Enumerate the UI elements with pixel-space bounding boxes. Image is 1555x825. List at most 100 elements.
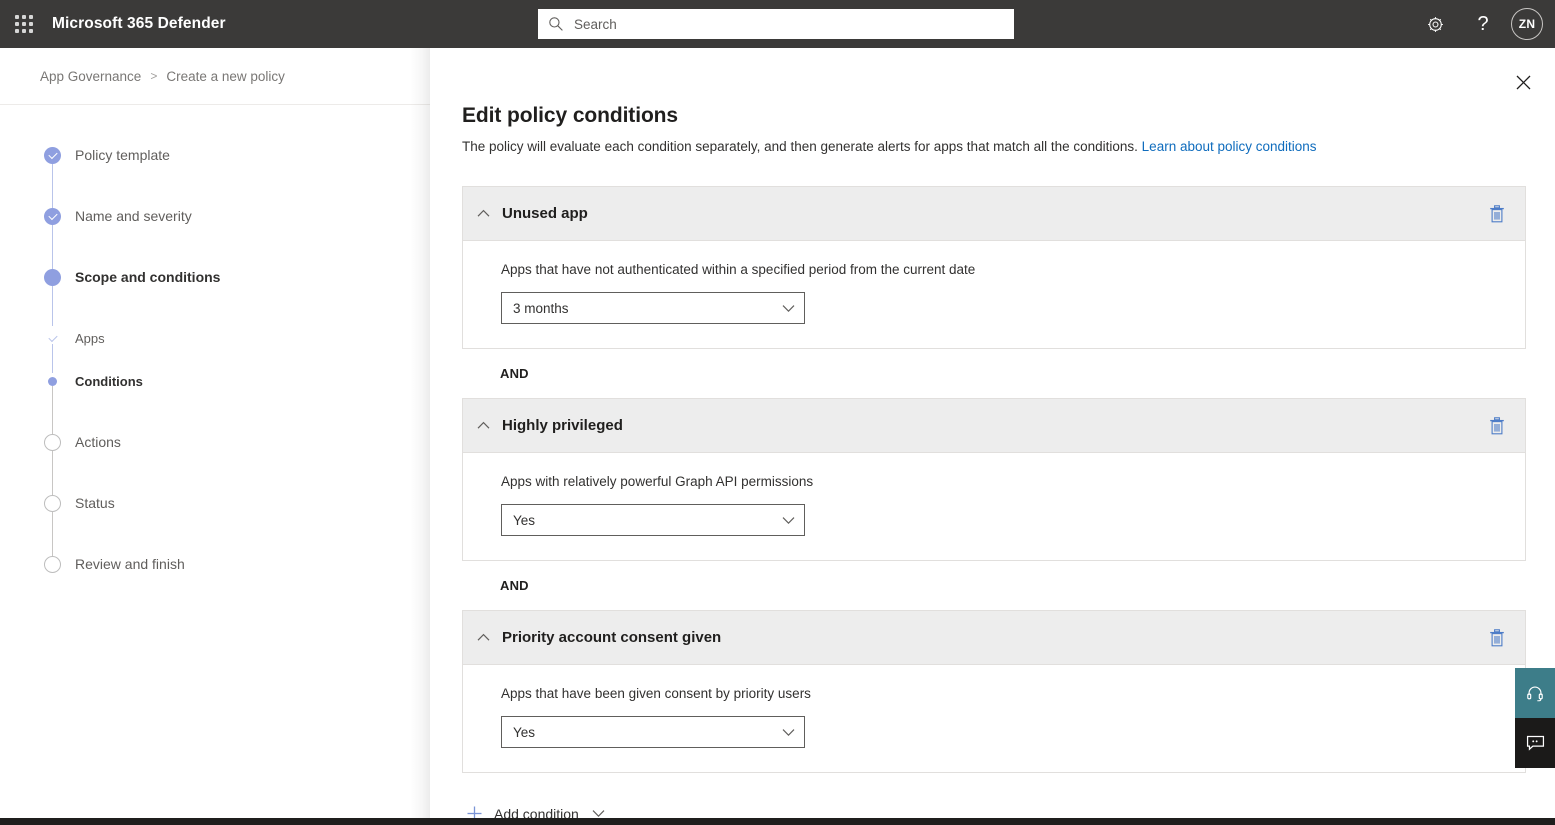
wizard-step-label: Policy template <box>75 147 170 164</box>
condition-description: Apps that have not authenticated within … <box>501 262 1525 277</box>
condition-title: Highly privileged <box>502 417 1483 434</box>
wizard-step-label: Review and finish <box>75 556 185 573</box>
condition-card-highly-privileged: Highly privileged <box>462 398 1526 561</box>
wizard-step-label: Status <box>75 495 115 512</box>
app-launcher-button[interactable] <box>0 0 48 48</box>
dropdown-value: 3 months <box>513 301 782 316</box>
delete-condition-button[interactable] <box>1483 624 1511 652</box>
dropdown-value: Yes <box>513 725 782 740</box>
brand-title: Microsoft 365 Defender <box>52 15 226 33</box>
step-todo-icon <box>44 556 61 573</box>
support-button[interactable] <box>1515 668 1555 718</box>
panel-description-text: The policy will evaluate each condition … <box>462 139 1138 154</box>
chevron-up-icon[interactable] <box>476 206 491 221</box>
substep-done-icon <box>47 333 58 344</box>
condition-description: Apps with relatively powerful Graph API … <box>501 474 1525 489</box>
waffle-icon <box>15 15 33 33</box>
panel-description: The policy will evaluate each condition … <box>462 138 1555 156</box>
chevron-up-icon[interactable] <box>476 630 491 645</box>
wizard-step-review-and-finish[interactable]: Review and finish <box>44 556 430 617</box>
step-connector <box>52 164 53 208</box>
wizard-substep-conditions[interactable]: Conditions <box>44 373 430 416</box>
condition-title: Unused app <box>502 205 1483 222</box>
wizard-substep-label: Apps <box>75 330 105 347</box>
condition-body: Apps with relatively powerful Graph API … <box>463 453 1525 560</box>
help-button[interactable]: ? <box>1459 0 1507 48</box>
wizard-substep-apps[interactable]: Apps <box>44 330 430 373</box>
step-todo-icon <box>44 495 61 512</box>
wizard-step-label: Actions <box>75 434 121 451</box>
page-title: Edit policy conditions <box>462 104 1555 128</box>
step-current-icon <box>44 269 61 286</box>
condition-title: Priority account consent given <box>502 629 1483 646</box>
suite-header: Microsoft 365 Defender ? <box>0 0 1555 48</box>
wizard-step-actions[interactable]: Actions <box>44 434 430 495</box>
step-connector <box>52 451 53 495</box>
wizard-substep-label: Conditions <box>75 373 143 390</box>
breadcrumb-current: Create a new policy <box>166 69 285 84</box>
floating-widgets <box>1515 668 1555 768</box>
trash-icon <box>1489 417 1505 435</box>
learn-about-policy-conditions-link[interactable]: Learn about policy conditions <box>1142 139 1317 154</box>
priority-account-consent-dropdown[interactable]: Yes <box>501 716 805 748</box>
step-connector <box>52 286 53 326</box>
step-connector <box>52 512 53 556</box>
wizard-step-status[interactable]: Status <box>44 495 430 556</box>
chevron-down-icon <box>782 728 795 737</box>
close-icon <box>1516 75 1531 90</box>
step-connector <box>52 386 53 434</box>
feedback-button[interactable] <box>1515 718 1555 768</box>
dropdown-value: Yes <box>513 513 782 528</box>
feedback-chat-icon <box>1526 735 1545 752</box>
step-done-icon <box>44 208 61 225</box>
gear-icon <box>1426 15 1445 34</box>
condition-header[interactable]: Priority account consent given <box>463 611 1525 665</box>
and-separator: AND <box>462 561 1526 610</box>
search-icon <box>548 16 564 32</box>
wizard-step-scope-and-conditions[interactable]: Scope and conditions <box>44 269 430 330</box>
step-connector <box>52 344 53 373</box>
wizard-steps: Policy template Name and severity Scope … <box>0 105 430 617</box>
breadcrumb-separator-icon: > <box>150 69 157 83</box>
help-icon: ? <box>1477 13 1488 36</box>
unused-app-period-dropdown[interactable]: 3 months <box>501 292 805 324</box>
delete-condition-button[interactable] <box>1483 412 1511 440</box>
close-panel-button[interactable] <box>1501 60 1545 104</box>
and-separator: AND <box>462 349 1526 398</box>
search-input[interactable] <box>574 9 1004 39</box>
step-done-icon <box>44 147 61 164</box>
chevron-up-icon[interactable] <box>476 418 491 433</box>
wizard-step-label: Scope and conditions <box>75 269 220 286</box>
edit-policy-conditions-panel: Edit policy conditions The policy will e… <box>430 48 1555 825</box>
trash-icon <box>1489 629 1505 647</box>
wizard-step-label: Name and severity <box>75 208 192 225</box>
condition-body: Apps that have not authenticated within … <box>463 241 1525 348</box>
condition-description: Apps that have been given consent by pri… <box>501 686 1525 701</box>
wizard-step-policy-template[interactable]: Policy template <box>44 147 430 208</box>
headset-icon <box>1526 684 1544 702</box>
highly-privileged-dropdown[interactable]: Yes <box>501 504 805 536</box>
condition-header[interactable]: Highly privileged <box>463 399 1525 453</box>
wizard-step-name-and-severity[interactable]: Name and severity <box>44 208 430 269</box>
suite-actions: ? ZN <box>1411 0 1555 48</box>
condition-card-unused-app: Unused app <box>462 186 1526 349</box>
search-box[interactable] <box>538 9 1014 39</box>
breadcrumb: App Governance > Create a new policy <box>0 48 430 104</box>
substep-current-icon <box>48 377 57 386</box>
chevron-down-icon <box>782 304 795 313</box>
avatar[interactable]: ZN <box>1511 8 1543 40</box>
condition-card-priority-account-consent-given: Priority account consent given <box>462 610 1526 773</box>
trash-icon <box>1489 205 1505 223</box>
settings-button[interactable] <box>1411 0 1459 48</box>
bottom-bar <box>0 818 1555 825</box>
delete-condition-button[interactable] <box>1483 200 1511 228</box>
condition-header[interactable]: Unused app <box>463 187 1525 241</box>
step-connector <box>52 225 53 269</box>
chevron-down-icon <box>782 516 795 525</box>
conditions-list: Unused app <box>462 186 1526 773</box>
app-root: Microsoft 365 Defender ? <box>0 0 1555 825</box>
breadcrumb-root[interactable]: App Governance <box>40 69 141 84</box>
background-page: App Governance > Create a new policy Pol… <box>0 48 430 825</box>
panel-body: Edit policy conditions The policy will e… <box>430 48 1555 825</box>
panel-shadow <box>410 48 432 825</box>
